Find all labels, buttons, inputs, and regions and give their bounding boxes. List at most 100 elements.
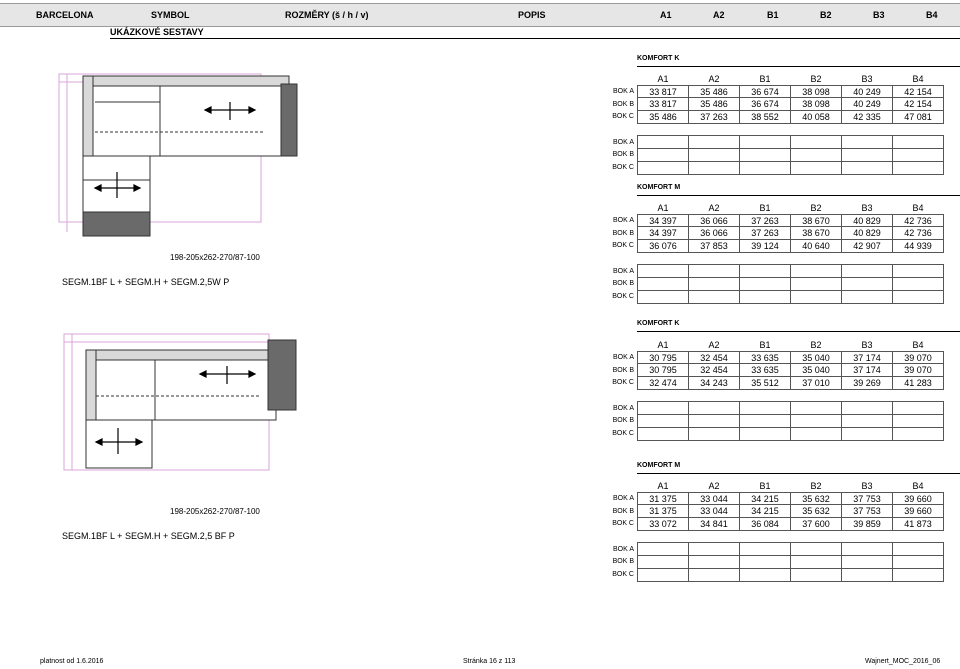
row-label: BOK C (612, 379, 634, 387)
price-cell: 33 044 (688, 491, 740, 506)
price-table-header: A1 A2 B1 B2 B3 B4 (598, 202, 944, 215)
table-title-rule (637, 473, 960, 474)
set-2-table-2-title: KOMFORT M (637, 462, 681, 469)
table-title-rule (637, 66, 960, 67)
price-cell: 44 939 (892, 239, 944, 253)
empty-price-cell (841, 567, 893, 582)
spacer-row (598, 530, 944, 543)
row-label: BOK B (612, 507, 634, 515)
row-label: BOK A (612, 354, 634, 362)
empty-price-cell (637, 148, 689, 162)
empty-price-cell (892, 401, 944, 416)
row-label: BOK A (612, 88, 634, 96)
column-header: B2 (790, 202, 842, 215)
empty-price-cell (739, 542, 791, 557)
corner-cell (598, 73, 638, 85)
set-2-name: SEGM.1BF L + SEGM.H + SEGM.2,5 BF P (62, 531, 235, 541)
empty-price-cell (688, 160, 740, 175)
price-cell: 42 736 (892, 226, 944, 241)
row-label: BOK B (612, 366, 634, 374)
price-table-header: A1 A2 B1 B2 B3 B4 (598, 480, 944, 493)
price-cell: 34 397 (637, 226, 689, 241)
price-cell: 42 154 (892, 97, 944, 112)
header-col-b1: B1 (767, 10, 779, 20)
empty-price-cell (790, 401, 842, 416)
empty-price-cell (688, 277, 740, 291)
empty-price-cell (841, 426, 893, 441)
row-label: BOK A (612, 545, 634, 553)
row-label: BOK A (612, 217, 634, 225)
empty-price-cell (892, 414, 944, 428)
price-cell: 34 215 (739, 491, 791, 506)
column-header: B2 (790, 480, 842, 493)
empty-price-cell (892, 289, 944, 304)
price-cell: 38 670 (790, 213, 842, 228)
price-cell: 36 066 (688, 226, 740, 241)
empty-price-cell (688, 264, 740, 279)
column-header: A1 (637, 480, 689, 493)
footer-page-number: Stránka 16 z 113 (463, 658, 516, 665)
empty-price-cell (688, 289, 740, 304)
column-header: A1 (637, 339, 689, 352)
price-table-header: A1 A2 B1 B2 B3 B4 (598, 73, 944, 86)
empty-price-cell (739, 148, 791, 162)
corner-cell (598, 480, 638, 492)
empty-price-cell (637, 401, 689, 416)
price-cell: 37 263 (739, 226, 791, 241)
column-header: B3 (841, 73, 893, 86)
price-cell: 40 249 (841, 97, 893, 112)
price-cell: 36 066 (688, 213, 740, 228)
price-cell: 38 670 (790, 226, 842, 241)
empty-price-cell (892, 277, 944, 291)
price-cell: 33 044 (688, 504, 740, 519)
empty-price-cell (892, 555, 944, 569)
table-row-empty: BOK A (598, 135, 944, 150)
empty-price-cell (688, 542, 740, 557)
table-row: BOK C 36 076 37 853 39 124 40 640 42 907 44 93… (598, 239, 944, 253)
set-2-table-1-title: KOMFORT K (637, 320, 680, 327)
header-col-a2: A2 (713, 10, 725, 20)
price-cell: 40 249 (841, 84, 893, 99)
empty-price-cell (790, 414, 842, 428)
price-cell: 35 486 (688, 84, 740, 99)
price-cell: 41 873 (892, 517, 944, 531)
price-cell: 36 674 (739, 84, 791, 99)
empty-price-cell (892, 148, 944, 162)
header-col-name: BARCELONA (36, 10, 94, 20)
price-cell: 37 853 (688, 239, 740, 253)
empty-price-cell (790, 542, 842, 557)
spacer-cell (598, 123, 944, 136)
empty-price-cell (841, 160, 893, 175)
row-label: BOK A (612, 404, 634, 412)
price-table: A1 A2 B1 B2 B3 B4 BOK A 30 795 32 454 33 635 35 04… (598, 339, 944, 441)
table-row: BOK C 35 486 37 263 38 552 40 058 42 335 47 08… (598, 110, 944, 124)
column-header: B3 (841, 202, 893, 215)
set-1-table-1-title: KOMFORT K (637, 55, 680, 62)
column-header: B2 (790, 339, 842, 352)
row-label: BOK B (612, 100, 634, 108)
row-label: BOK B (612, 229, 634, 237)
price-cell: 40 829 (841, 226, 893, 241)
price-table: A1 A2 B1 B2 B3 B4 BOK A 34 397 36 066 37 263 38 67… (598, 202, 944, 304)
column-header: A1 (637, 73, 689, 86)
empty-price-cell (739, 414, 791, 428)
price-cell: 32 454 (688, 363, 740, 378)
price-cell: 42 907 (841, 239, 893, 253)
empty-price-cell (841, 289, 893, 304)
price-cell: 39 070 (892, 363, 944, 378)
empty-price-cell (739, 401, 791, 416)
table-row-empty: BOK A (598, 264, 944, 279)
price-cell: 33 817 (637, 97, 689, 112)
table-row: BOK B 33 817 35 486 36 674 38 098 40 249 42 15… (598, 97, 944, 112)
header-col-b2: B2 (820, 10, 832, 20)
column-header: A2 (688, 202, 740, 215)
header-col-description: POPIS (518, 10, 546, 20)
table-row-empty: BOK B (598, 555, 944, 569)
header-col-b3: B3 (873, 10, 885, 20)
column-header: B1 (739, 480, 791, 493)
row-label: BOK C (612, 242, 634, 250)
header-bar: BARCELONA SYMBOL ROZMĚRY (š / h / v) POP… (0, 3, 960, 27)
column-header: B1 (739, 339, 791, 352)
spacer-row (598, 389, 944, 402)
header-col-dimensions: ROZMĚRY (š / h / v) (285, 10, 369, 20)
